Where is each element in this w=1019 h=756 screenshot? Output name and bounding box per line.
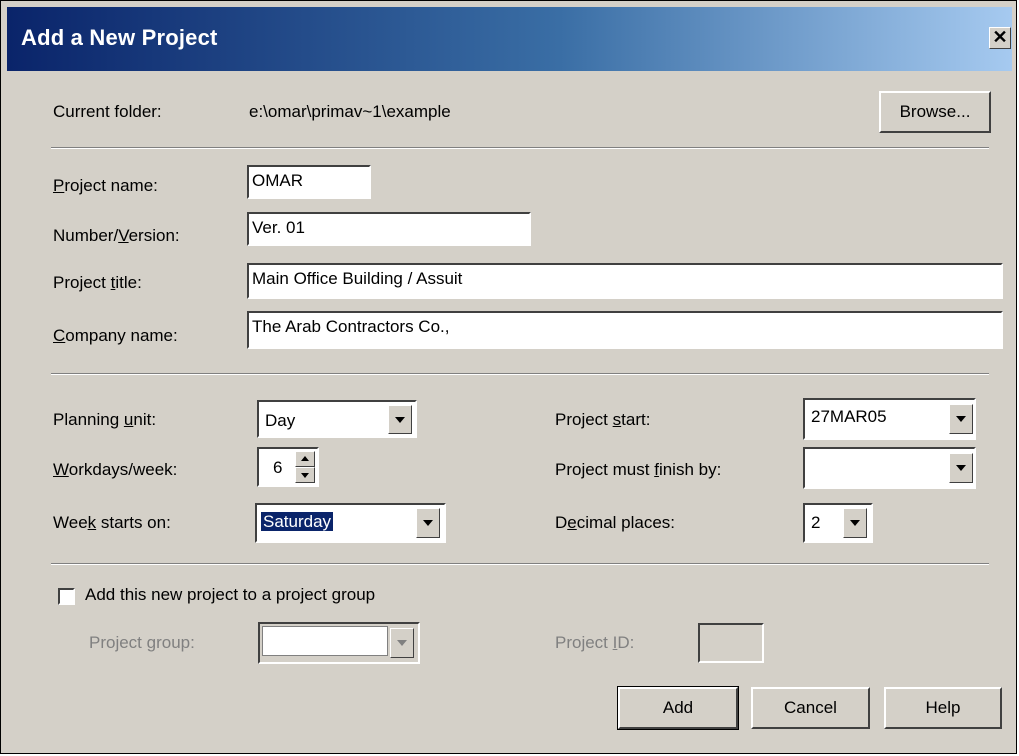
project-group-dropdown-button[interactable] — [390, 628, 414, 658]
arrow-down-icon — [301, 473, 309, 478]
week-starts-label: Week starts on: — [53, 513, 171, 532]
chevron-down-icon — [850, 520, 860, 526]
planning-unit-dropdown-button[interactable] — [388, 405, 412, 434]
number-version-input[interactable]: Ver. 01 — [247, 212, 531, 246]
project-group-checkbox[interactable] — [58, 588, 75, 605]
project-group-checkbox-label[interactable]: Add this new project to a project group — [85, 585, 375, 605]
chevron-down-icon — [423, 520, 433, 526]
decimal-places-select[interactable]: 2 — [803, 503, 873, 543]
cancel-button[interactable]: Cancel — [751, 687, 870, 729]
project-title-input[interactable]: Main Office Building / Assuit — [247, 263, 1003, 299]
separator-top — [51, 147, 989, 149]
project-group-select[interactable] — [258, 622, 420, 664]
close-icon: ✕ — [992, 27, 1008, 47]
project-group-value-box — [262, 626, 388, 656]
must-finish-dropdown-button[interactable] — [949, 453, 973, 483]
chevron-down-icon — [397, 640, 407, 646]
cancel-label: Cancel — [784, 698, 837, 717]
project-name-label: Project name: — [53, 176, 158, 195]
planning-unit-label: Planning unit: — [53, 410, 157, 429]
decimal-places-label: Decimal places: — [555, 513, 676, 532]
workdays-increment[interactable] — [295, 451, 315, 467]
decimal-places-value: 2 — [811, 513, 821, 532]
project-id-input[interactable] — [698, 623, 764, 663]
current-folder-label: Current folder: — [53, 102, 162, 121]
project-id-label: Project ID: — [555, 633, 635, 652]
title-bar[interactable]: Add a New Project ✕ — [7, 7, 1012, 71]
chevron-down-icon — [395, 416, 405, 423]
project-name-input[interactable]: OMAR — [247, 165, 371, 199]
add-project-dialog: Add a New Project ✕ Current folder: e:\o… — [0, 0, 1017, 754]
browse-label: Browse... — [899, 102, 971, 121]
week-starts-value: Saturday — [261, 512, 334, 531]
company-name-value: The Arab Contractors Co., — [252, 317, 450, 336]
number-version-label: Number/Version: — [53, 226, 180, 245]
workdays-label: Workdays/week: — [53, 460, 178, 479]
add-button[interactable]: Add — [617, 686, 739, 730]
planning-unit-value: Day — [265, 411, 296, 430]
separator-bottom — [51, 563, 989, 565]
company-name-input[interactable]: The Arab Contractors Co., — [247, 311, 1003, 349]
company-name-label: Company name: — [53, 326, 178, 345]
browse-button[interactable]: Browse... — [879, 91, 991, 133]
must-finish-label: Project must finish by: — [555, 460, 722, 479]
project-title-label: Project title: — [53, 273, 142, 292]
current-folder-path: e:\omar\primav~1\example — [249, 102, 451, 121]
help-label: Help — [925, 698, 961, 717]
close-button[interactable]: ✕ — [989, 27, 1011, 49]
workdays-decrement[interactable] — [295, 467, 315, 483]
chevron-down-icon — [956, 465, 966, 471]
workdays-spinner[interactable]: 6 — [257, 447, 319, 487]
add-label: Add — [662, 698, 694, 717]
must-finish-select[interactable] — [803, 447, 976, 489]
week-starts-dropdown-button[interactable] — [416, 508, 440, 538]
week-starts-select[interactable]: Saturday — [255, 503, 446, 543]
planning-unit-select[interactable]: Day — [257, 400, 417, 438]
dialog-title: Add a New Project — [21, 25, 218, 50]
separator-middle — [51, 373, 989, 375]
help-button[interactable]: Help — [884, 687, 1002, 729]
chevron-down-icon — [956, 416, 966, 422]
workdays-value: 6 — [273, 458, 283, 477]
project-name-value: OMAR — [252, 171, 303, 190]
project-title-value: Main Office Building / Assuit — [252, 269, 463, 288]
number-version-value: Ver. 01 — [252, 218, 305, 237]
project-start-value: 27MAR05 — [811, 407, 887, 426]
project-group-label: Project group: — [89, 633, 195, 652]
arrow-up-icon — [301, 456, 309, 461]
project-start-label: Project start: — [555, 410, 651, 429]
project-start-select[interactable]: 27MAR05 — [803, 398, 976, 440]
decimal-places-dropdown-button[interactable] — [843, 508, 867, 538]
project-start-dropdown-button[interactable] — [949, 404, 973, 434]
